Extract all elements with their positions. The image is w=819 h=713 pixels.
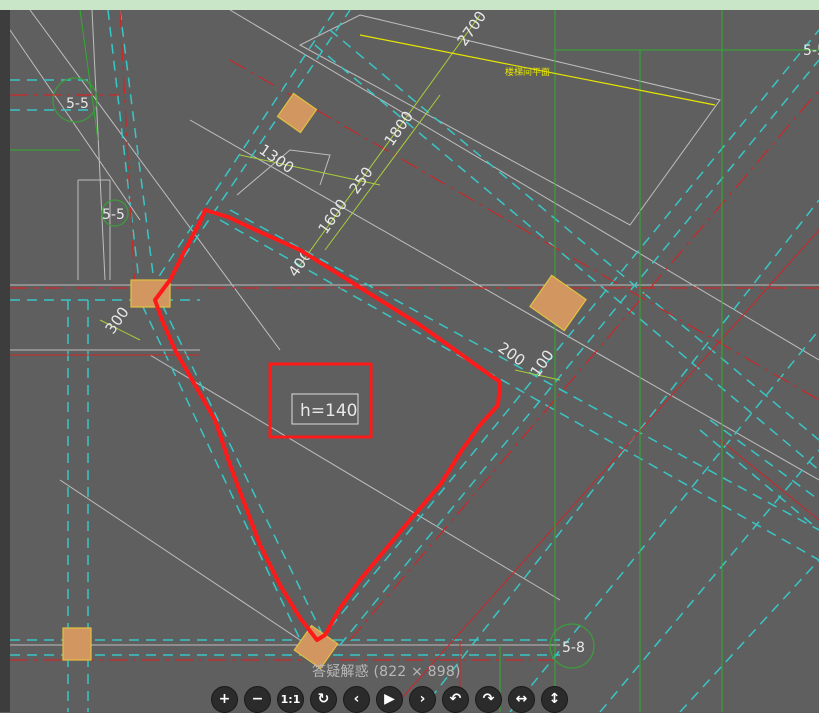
dimension-label: 1300	[256, 141, 298, 178]
top-bar	[0, 0, 819, 10]
dimension-label: 2700	[454, 10, 491, 49]
rotate-icon[interactable]: ↻	[310, 685, 337, 713]
image-caption: 答疑解惑 (822 × 898)	[312, 664, 461, 680]
undo-icon[interactable]: ↶	[442, 685, 469, 713]
dimension-label: 100	[527, 347, 558, 381]
redo-icon[interactable]: ↷	[475, 685, 502, 713]
next-icon[interactable]: ›	[409, 685, 436, 713]
slab-thickness-label: h=140	[300, 401, 357, 421]
dimension-label: 300	[102, 304, 133, 338]
actual-size-icon[interactable]: 1:1	[277, 685, 304, 713]
image-viewer[interactable]: 楼梯间平面 2700 1800 1300 250 1600 400 300 20…	[0, 10, 819, 712]
section-label: 5-5	[803, 43, 819, 59]
dimension-label: 250	[346, 164, 377, 198]
highlight-outline	[153, 208, 502, 642]
section-label: 5-8	[562, 640, 585, 656]
cad-drawing: 楼梯间平面 2700 1800 1300 250 1600 400 300 20…	[9, 10, 819, 712]
room-note: 楼梯间平面	[505, 66, 550, 78]
flip-horizontal-icon[interactable]: ↔	[508, 685, 535, 713]
section-label: 5-5	[102, 207, 125, 223]
flip-vertical-icon[interactable]: ↕	[541, 685, 568, 713]
zoom-out-icon[interactable]: −	[244, 685, 271, 713]
zoom-in-icon[interactable]: +	[211, 685, 238, 713]
prev-icon[interactable]: ‹	[343, 685, 370, 713]
viewer-toolbar: + − 1:1 ↻ ‹ ▶ › ↶ ↷ ↔ ↕	[211, 685, 568, 713]
dimension-label: 1800	[381, 108, 418, 150]
dimension-label: 200	[495, 339, 529, 370]
section-label: 5-5	[66, 96, 89, 112]
left-edge	[0, 10, 10, 712]
play-icon[interactable]: ▶	[376, 685, 403, 713]
